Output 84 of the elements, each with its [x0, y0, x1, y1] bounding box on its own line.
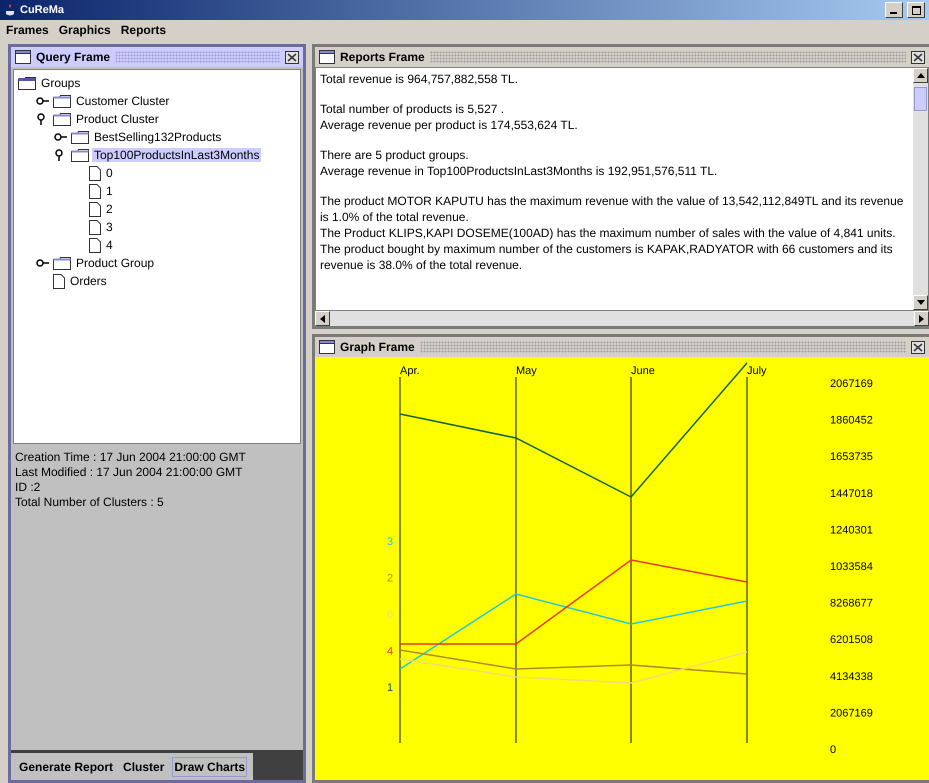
cup-icon	[4, 3, 16, 17]
tree-item[interactable]: 3	[104, 220, 115, 234]
folder-icon	[71, 148, 89, 162]
cluster-label: 0	[387, 609, 394, 621]
tree-item[interactable]: Orders	[68, 274, 109, 288]
detail-text: ID :2	[15, 480, 42, 494]
menu-item[interactable]: Reports	[120, 23, 166, 37]
month-label: May	[516, 365, 537, 377]
collapsed-handle-icon[interactable]	[36, 257, 50, 269]
folder-icon	[53, 94, 71, 108]
report-text: Average revenue per product is 174,553,624 TL.	[320, 117, 579, 133]
report-text: The Product KLIPS,KAPI DOSEME(100AD) has the maximum number of sales with the value of 4,841 units.	[320, 225, 897, 241]
scale-label: 4134338	[830, 670, 873, 683]
scale-label: 2067169	[830, 707, 873, 720]
tree-item[interactable]: 1	[104, 184, 115, 198]
menu-item[interactable]: Frames	[6, 23, 49, 37]
cluster-label: 2	[387, 572, 394, 584]
scale-label: 1447018	[830, 488, 873, 500]
menu-item[interactable]: Graphics	[58, 23, 111, 37]
detail-text: Last Modified : 17 Jun 2004 21:00:00 GMT	[15, 465, 244, 479]
collapsed-handle-icon[interactable]	[54, 131, 68, 143]
file-icon	[89, 238, 101, 252]
report-text: The product bought by maximum number of the customers is KAPAK,RADYATOR with 66 customers and its revenue is 38.0% of the total revenue.	[320, 241, 894, 273]
maximize-button[interactable]	[907, 2, 925, 18]
month-label: July	[747, 365, 767, 377]
tree-item[interactable]: BestSelling132Products	[92, 130, 224, 144]
horizontal-scrollbar[interactable]	[315, 311, 929, 326]
window-icon	[15, 50, 31, 64]
scale-label: 8268677	[830, 598, 873, 610]
cluster-label: 3	[387, 536, 394, 548]
frame-title: Graph Frame	[340, 340, 415, 354]
folder-icon	[71, 130, 89, 144]
tree-item[interactable]: 0	[104, 166, 115, 180]
scale-label: 1860452	[830, 414, 873, 427]
file-icon	[53, 274, 65, 288]
month-label: June	[631, 365, 655, 377]
file-icon	[89, 166, 101, 180]
maximize-icon	[912, 6, 920, 14]
scale-label: 1033584	[830, 561, 873, 573]
report-text: There are 5 product groups.	[320, 147, 470, 163]
detail-text: Creation Time : 17 Jun 2004 21:00:00 GMT	[15, 450, 247, 464]
window-icon	[319, 340, 335, 354]
title-grip[interactable]	[115, 51, 280, 63]
scale-label: 1653735	[830, 451, 873, 464]
tab[interactable]: Generate Report	[17, 756, 116, 776]
tree-item[interactable]: Product Group	[74, 256, 156, 270]
minimize-button[interactable]	[885, 2, 903, 18]
tree-item[interactable]: Top100ProductsInLast3Months	[92, 148, 262, 162]
file-icon	[89, 202, 101, 216]
report-text: The product MOTOR KAPUTU has the maximum revenue with the value of 13,542,112,849TL and its revenue is 1.0% of the total revenue.	[320, 193, 904, 225]
close-icon[interactable]	[911, 50, 925, 64]
scale-label: 1240301	[830, 524, 873, 536]
detail-text: Total Number of Clusters : 5	[15, 495, 165, 509]
title-grip[interactable]	[430, 51, 906, 63]
tree-item[interactable]: Customer Cluster	[74, 94, 172, 108]
scroll-thumb[interactable]	[914, 87, 927, 111]
window-title: CuReMa	[20, 4, 66, 16]
scale-label: 2067169	[830, 378, 873, 390]
tree-item[interactable]: 2	[104, 202, 115, 216]
cluster-label: 4	[387, 646, 394, 658]
month-label: Apr.	[400, 365, 420, 377]
collapsed-handle-icon[interactable]	[36, 95, 50, 107]
folder-icon	[53, 256, 71, 270]
tree-item[interactable]: Product Cluster	[74, 112, 161, 126]
report-text: Average revenue in Top100ProductsInLast3Months is 192,951,576,511 TL.	[320, 163, 718, 179]
cluster-label: 1	[387, 682, 394, 694]
scale-label: 6201508	[830, 634, 873, 646]
tree-item[interactable]: 4	[104, 238, 115, 252]
window-icon	[319, 50, 335, 64]
file-icon	[89, 220, 101, 234]
tab[interactable]: Cluster	[121, 756, 166, 776]
vertical-scrollbar[interactable]	[913, 68, 928, 310]
report-text: Total revenue is 964,757,882,558 TL.	[320, 71, 519, 87]
title-grip[interactable]	[420, 341, 906, 353]
close-icon[interactable]	[285, 50, 299, 64]
file-icon	[89, 184, 101, 198]
frame-title: Query Frame	[36, 50, 110, 64]
tab[interactable]: Draw Charts	[172, 756, 248, 776]
scale-label: 0	[830, 744, 836, 756]
tree-item[interactable]: Groups	[39, 76, 82, 90]
close-icon[interactable]	[911, 340, 925, 354]
frame-title: Reports Frame	[340, 50, 425, 64]
folder-icon	[53, 112, 71, 126]
report-text: Total number of products is 5,527 .	[320, 101, 506, 117]
